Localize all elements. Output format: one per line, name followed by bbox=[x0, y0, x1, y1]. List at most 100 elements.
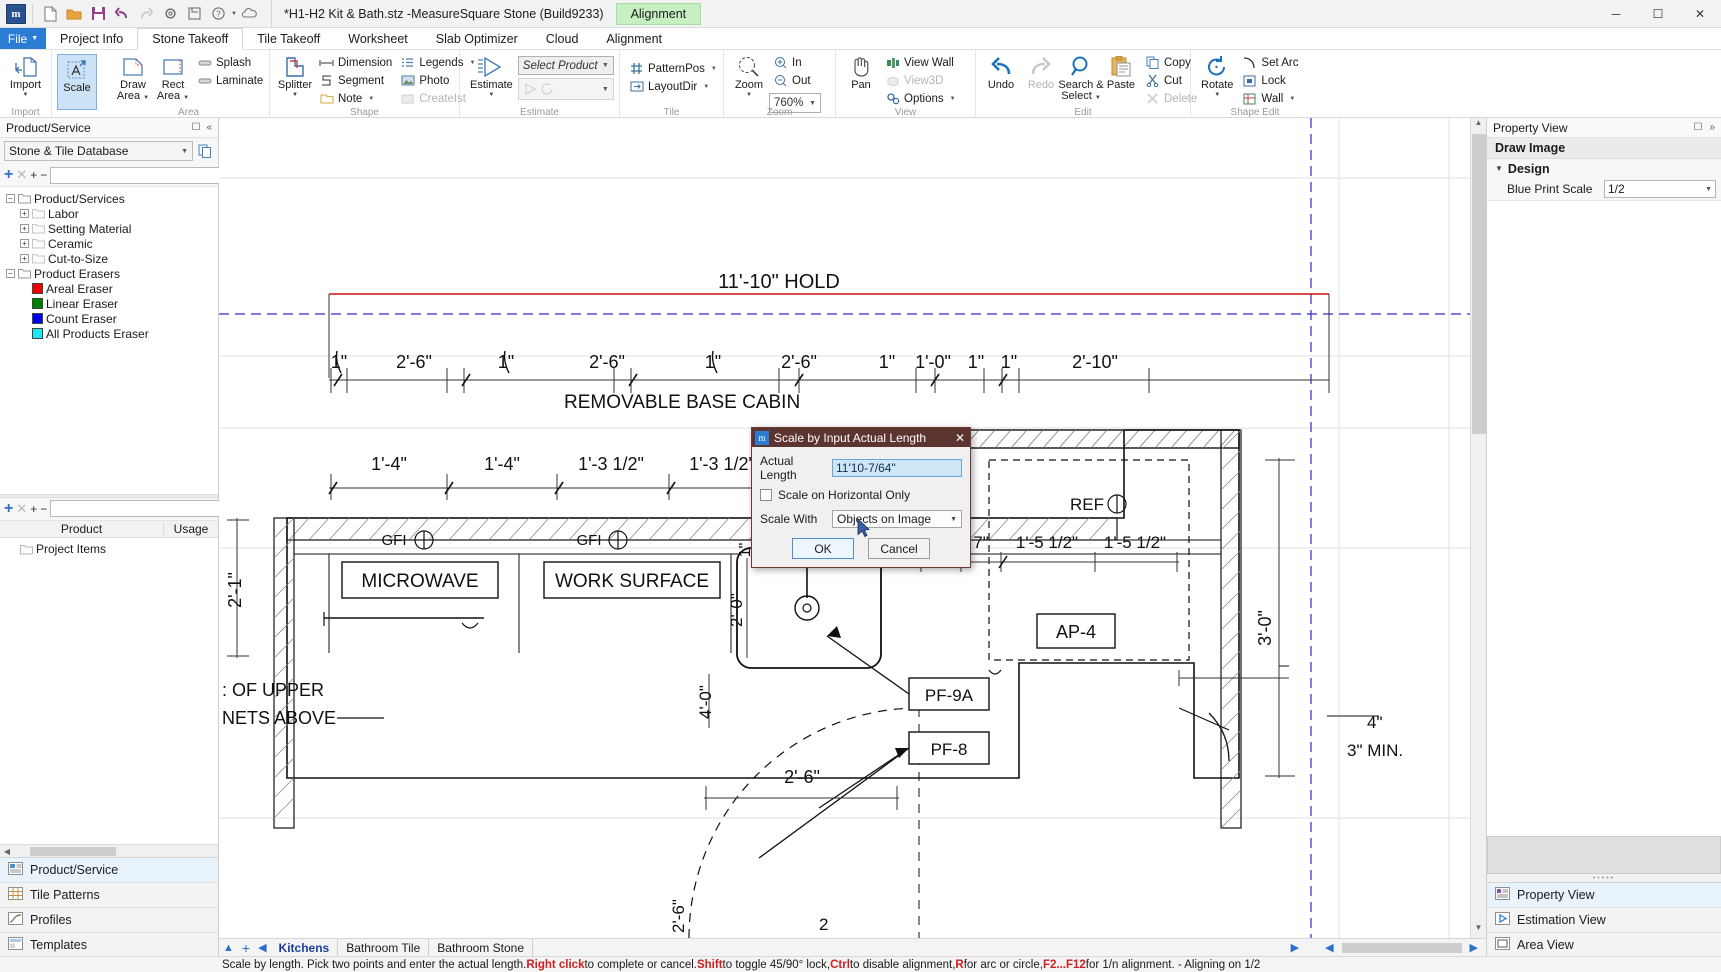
tab-tile-takeoff[interactable]: Tile Takeoff bbox=[243, 28, 334, 49]
zoom-out-button[interactable]: Out bbox=[769, 72, 821, 89]
tab-slab-optimizer[interactable]: Slab Optimizer bbox=[422, 28, 532, 49]
pin-icon[interactable]: ☐ bbox=[191, 122, 200, 133]
sidebar-item-estimation-view[interactable]: Estimation View bbox=[1487, 908, 1721, 933]
sidebar-item-product-service[interactable]: Product/Service bbox=[0, 858, 218, 883]
tab-worksheet[interactable]: Worksheet bbox=[334, 28, 422, 49]
expander-plus-icon[interactable]: + bbox=[20, 224, 29, 233]
add-sheet-icon[interactable]: + bbox=[238, 940, 254, 956]
pattern-pos-button[interactable]: PatternPos ▼ bbox=[625, 60, 721, 77]
chevron-down-icon[interactable]: ▼ bbox=[23, 91, 29, 99]
chevron-down-icon[interactable]: ▼ bbox=[1289, 96, 1295, 102]
options-button[interactable]: Options ▼ bbox=[881, 90, 960, 107]
tree-item-setting-material[interactable]: + Setting Material bbox=[2, 221, 216, 236]
sheet-scroll-right-icon[interactable]: ▶ bbox=[1287, 941, 1303, 954]
chevron-down-icon[interactable]: ▼ bbox=[602, 86, 609, 93]
note-button[interactable]: Note ▼ bbox=[315, 90, 396, 107]
close-icon[interactable]: ✕ bbox=[950, 431, 970, 445]
view-wall-button[interactable]: View Wall bbox=[881, 54, 960, 71]
zoom-button[interactable]: Zoom ▼ bbox=[729, 52, 769, 108]
tree-item-areal-eraser[interactable]: Areal Eraser bbox=[2, 281, 216, 296]
tree-item-all-products-eraser[interactable]: All Products Eraser bbox=[2, 326, 216, 341]
pin-icon[interactable]: ☐ bbox=[1693, 122, 1702, 133]
ok-button[interactable]: OK bbox=[792, 538, 854, 559]
expand-icon[interactable]: » bbox=[1709, 122, 1715, 133]
list-item[interactable]: Project Items bbox=[2, 542, 216, 557]
new-document-icon[interactable] bbox=[39, 3, 61, 25]
expander-minus-icon[interactable]: − bbox=[6, 269, 15, 278]
tree-item-count-eraser[interactable]: Count Eraser bbox=[2, 311, 216, 326]
add-icon[interactable]: + bbox=[4, 167, 13, 183]
left-panel-hscrollbar[interactable]: ◀ bbox=[0, 844, 218, 857]
search-select-button[interactable]: Search & Select ▼ bbox=[1058, 52, 1104, 108]
scale-button[interactable]: Scale bbox=[57, 54, 97, 110]
sidebar-item-templates[interactable]: Templates bbox=[0, 933, 218, 958]
chevron-down-icon[interactable]: ▼ bbox=[950, 96, 956, 102]
sidebar-item-tile-patterns[interactable]: Tile Patterns bbox=[0, 883, 218, 908]
scale-with-select[interactable]: Objects on Image ▼ bbox=[832, 510, 962, 528]
product-select[interactable]: Select Product ▼ bbox=[517, 56, 614, 75]
laminate-button[interactable]: Laminate bbox=[193, 72, 267, 89]
sidebar-item-property-view[interactable]: Property View bbox=[1487, 883, 1721, 908]
expand-all-icon[interactable]: + bbox=[30, 168, 37, 182]
scroll-left-icon[interactable]: ◀ bbox=[0, 847, 14, 856]
tab-project-info[interactable]: Project Info bbox=[46, 28, 137, 49]
close-button[interactable]: ✕ bbox=[1679, 0, 1721, 28]
set-arc-button[interactable]: Set Arc bbox=[1238, 54, 1302, 71]
maximize-button[interactable]: ☐ bbox=[1637, 0, 1679, 28]
collapse-icon[interactable]: « bbox=[206, 122, 212, 133]
tree-item-labor[interactable]: + Labor bbox=[2, 206, 216, 221]
tree-item-ceramic[interactable]: + Ceramic bbox=[2, 236, 216, 251]
printer-icon[interactable] bbox=[183, 3, 205, 25]
search-input[interactable] bbox=[50, 166, 234, 184]
zoom-in-button[interactable]: In bbox=[769, 54, 821, 71]
folder-open-icon[interactable] bbox=[63, 3, 85, 25]
blue-print-scale-select[interactable]: 1/2 ▼ bbox=[1604, 180, 1716, 198]
rect-area-button[interactable]: Rect Area ▼ bbox=[153, 52, 193, 108]
actual-length-input[interactable]: 11'10-7/64" bbox=[832, 459, 962, 477]
undo-button[interactable]: Undo bbox=[981, 52, 1021, 108]
import-button[interactable]: Import ▼ bbox=[5, 52, 46, 108]
wall-button[interactable]: Wall ▼ bbox=[1238, 90, 1302, 107]
estimate-button[interactable]: Estimate ▼ bbox=[465, 52, 518, 108]
chevron-down-icon[interactable]: ▼ bbox=[703, 84, 709, 90]
scroll-thumb[interactable] bbox=[30, 846, 116, 856]
sheet-scroll-up-icon[interactable]: ▲ bbox=[219, 942, 238, 954]
splitter-button[interactable]: Splitter ▼ bbox=[275, 52, 315, 108]
expander-plus-icon[interactable]: + bbox=[20, 254, 29, 263]
chevron-down-icon[interactable]: ▼ bbox=[1214, 91, 1220, 99]
scroll-down-icon[interactable]: ▼ bbox=[1471, 923, 1486, 938]
sheet-tab-kitchens[interactable]: Kitchens bbox=[271, 938, 339, 957]
expand-all-icon[interactable]: + bbox=[30, 502, 37, 516]
tree-item-linear-eraser[interactable]: Linear Eraser bbox=[2, 296, 216, 311]
cloud-icon[interactable] bbox=[239, 3, 261, 25]
question-circle-icon[interactable]: ? bbox=[207, 3, 229, 25]
canvas-vertical-scrollbar[interactable]: ▲ ▼ bbox=[1470, 118, 1486, 938]
undo-arrow-icon[interactable] bbox=[111, 3, 133, 25]
scroll-up-icon[interactable]: ▲ bbox=[1471, 118, 1486, 133]
dimension-button[interactable]: Dimension bbox=[315, 54, 396, 71]
add-icon[interactable]: + bbox=[4, 500, 13, 516]
scale-on-horizontal-only-row[interactable]: Scale on Horizontal Only bbox=[760, 488, 962, 502]
canvas-hscroll-thumb[interactable] bbox=[1341, 942, 1462, 953]
tab-cloud[interactable]: Cloud bbox=[532, 28, 593, 49]
sidebar-item-profiles[interactable]: Profiles bbox=[0, 908, 218, 933]
hscroll-left-icon[interactable]: ◀ bbox=[1321, 941, 1337, 954]
expander-minus-icon[interactable]: − bbox=[6, 194, 15, 203]
lock-button[interactable]: Lock bbox=[1238, 72, 1302, 89]
chevron-down-icon[interactable]: ▼ bbox=[292, 91, 298, 99]
collapse-all-icon[interactable]: − bbox=[40, 502, 47, 516]
tab-file[interactable]: File ▼ bbox=[0, 28, 46, 49]
tree-item-product-erasers[interactable]: − Product Erasers bbox=[2, 266, 216, 281]
expander-plus-icon[interactable]: + bbox=[20, 239, 29, 248]
tab-alignment[interactable]: Alignment bbox=[592, 28, 676, 49]
scale-on-horizontal-only-checkbox[interactable] bbox=[760, 489, 772, 501]
save-disk-icon[interactable] bbox=[87, 3, 109, 25]
tree-item-cut-to-size[interactable]: + Cut-to-Size bbox=[2, 251, 216, 266]
minimize-button[interactable]: ─ bbox=[1595, 0, 1637, 28]
cancel-button[interactable]: Cancel bbox=[868, 538, 930, 559]
sidebar-item-area-view[interactable]: Area View bbox=[1487, 933, 1721, 958]
rotate-button[interactable]: Rotate ▼ bbox=[1196, 52, 1238, 108]
design-group[interactable]: ▼ Design bbox=[1487, 159, 1721, 178]
product-search-input[interactable] bbox=[50, 500, 234, 517]
chevron-down-icon[interactable]: ▼ bbox=[488, 91, 494, 99]
